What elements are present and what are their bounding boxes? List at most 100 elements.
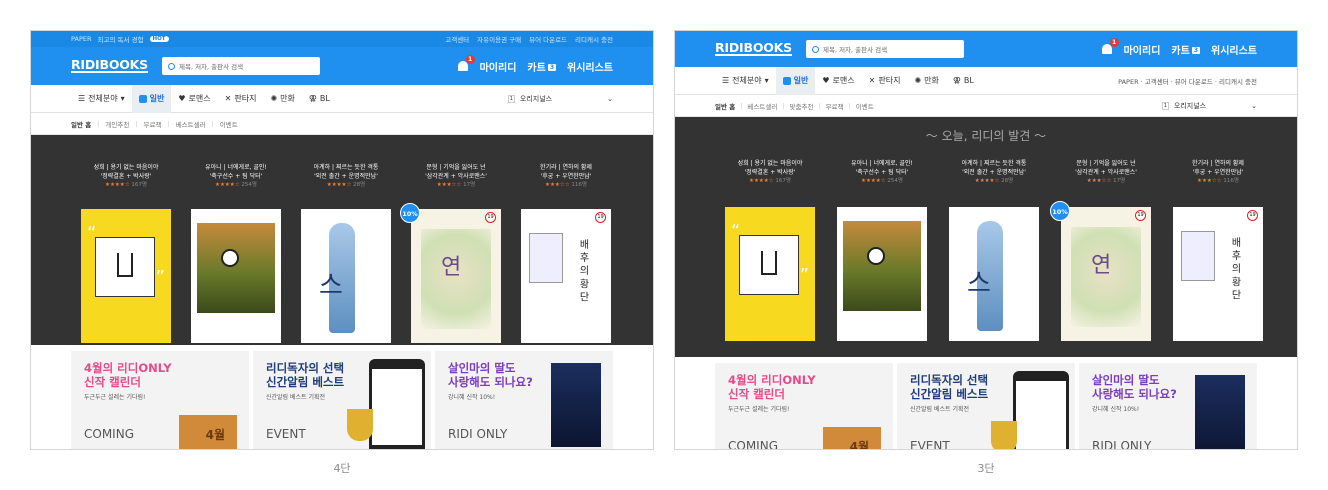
nav-bl[interactable]: ⚢ BL [946, 67, 981, 95]
banner-subtext: 신간알림 베스트 기획전 [266, 394, 326, 401]
nav-all-categories[interactable]: ☰ 전체분야 ▾ [715, 67, 776, 95]
promo-banner[interactable]: 4월의 리디ONLY 신작 캘린더 두근두근 설레는 기다림! 4월 COMING [715, 363, 893, 450]
sub-bestseller[interactable]: 베스트셀러 [176, 119, 206, 129]
wishlist-link[interactable]: 위시리스트 [567, 59, 613, 74]
search-input[interactable]: 제목, 저자, 출판사 검색 [161, 57, 320, 75]
cart-link[interactable]: 카트 3 [1171, 42, 1200, 57]
nav-comics[interactable]: ✺ 만화 [263, 85, 301, 113]
book-keywords: '외전 출간 + 운명적만남' [314, 173, 378, 180]
nav-general[interactable]: 일반 [775, 66, 816, 95]
promo-banner[interactable]: 4월의 리디ONLY 신작 캘린더 두근두근 설레는 기다림! 4월 COMING [71, 351, 249, 449]
sub-recommend[interactable]: 맞춤추천 [790, 101, 814, 111]
pass-link[interactable]: 자유이용권 구매 [477, 34, 521, 44]
nav-fantasy[interactable]: ✕ 판타지 [218, 85, 264, 113]
utility-links[interactable]: PAPER · 고객센터 · 뷰어 다운로드 · 리디캐시 충전 [1118, 76, 1257, 86]
book-author-title: 성희 | 용기 없는 마음이야 [93, 164, 159, 171]
banner-footer-label: COMING [728, 439, 778, 450]
nav-comics[interactable]: ✺ 만화 [907, 67, 945, 95]
customer-center-link[interactable]: 고객센터 [445, 34, 469, 44]
promo-banner[interactable]: 살인마의 딸도 사랑해도 되나요? 강니혜 신작 10%! RIDI ONLY [435, 351, 613, 449]
book-info[interactable]: 한기라 | 연하의 황제 '후궁 + 우연한만남' ★★★☆☆ 116명 [516, 163, 616, 190]
book-keywords: '정략결혼 + 박사랑' [744, 169, 796, 176]
rating-count: 17명 [1113, 178, 1126, 184]
promo-banner[interactable]: 리디독자의 선택 신간알림 베스트 신간알림 베스트 기획전 EVENT [897, 363, 1075, 449]
sub-event[interactable]: 이벤트 [220, 119, 238, 129]
search-icon [167, 62, 175, 70]
promo-banner[interactable]: 살인마의 딸도 사랑해도 되나요? 강니혜 신작 10%! RIDI ONLY [1079, 363, 1257, 449]
sub-recommend[interactable]: 개인추천 [105, 119, 129, 129]
sub-bestseller[interactable]: 베스트셀러 [747, 101, 777, 111]
book-cover[interactable]: “” [81, 209, 171, 343]
originals-select[interactable]: 1 오리지널스 ⌄ [1161, 101, 1257, 111]
banner-row: 4월의 리디ONLY 신작 캘린더 두근두근 설레는 기다림! 4월 COMING 리디독… [675, 357, 1297, 449]
nav-romance[interactable]: ♥ 로맨스 [171, 85, 217, 113]
book-info[interactable]: 아계하 | 찌르는 듯한 격통 '외전 출간 + 운명적만남' ★★★★☆ 28명 [296, 163, 396, 190]
book-author-title: 유아니 | 너에게로, 골인! [205, 164, 267, 171]
rating-count: 28명 [1001, 178, 1014, 184]
book-cover[interactable]: 배 후 의 황 단 [1173, 207, 1263, 341]
chevron-down-icon: ⌄ [607, 94, 613, 103]
search-input[interactable]: 제목, 저자, 출판사 검색 [805, 40, 964, 58]
originals-select[interactable]: 1 오리지널스 ⌄ [507, 94, 613, 104]
nav-all-categories[interactable]: ☰ 전체분야 ▾ [71, 85, 132, 113]
sub-event[interactable]: 이벤트 [856, 101, 874, 111]
book-cover[interactable] [837, 207, 927, 341]
nav-general[interactable]: 일반 [131, 84, 172, 113]
search-placeholder: 제목, 저자, 출판사 검색 [178, 63, 244, 71]
wishlist-link[interactable]: 위시리스트 [1211, 42, 1257, 57]
book-info[interactable]: 성희 | 용기 없는 마음이야 '정략결혼 + 박사랑' ★★★★☆ 167명 [76, 163, 176, 190]
book-info[interactable]: 한기라 | 연하의 황제 '후궁 + 우연한만남' ★★★☆☆ 116명 [1168, 159, 1268, 186]
promo-banner[interactable]: 리디독자의 선택 신간알림 베스트 신간알림 베스트 기획전 EVENT [253, 351, 431, 449]
banner-subtext: 강니혜 신작 10%! [1092, 406, 1140, 413]
banner-headline-2: 사랑해도 되나요? [448, 375, 533, 389]
sub-home[interactable]: 일반 홈 [71, 119, 91, 129]
genre-nav: ☰ 전체분야 ▾ 일반 ♥ 로맨스 ✕ 판타지 ✺ 만화 ⚢ BL PAPER · 고객센터… [675, 66, 1297, 95]
sub-free[interactable]: 무료책 [826, 101, 844, 111]
sub-home[interactable]: 일반 홈 [715, 101, 735, 111]
book-cover[interactable]: 스 [301, 209, 391, 343]
cart-link[interactable]: 카트 3 [527, 59, 556, 74]
book-info[interactable]: 성희 | 용기 없는 마음이야 '정략결혼 + 박사랑' ★★★★☆ 167명 [720, 159, 820, 186]
book-cover[interactable]: 배 후 의 황 단 [521, 209, 611, 343]
viewer-download-link[interactable]: 뷰어 다운로드 [529, 34, 567, 44]
ridibooks-logo[interactable]: RIDIBOOKS [715, 41, 792, 56]
book-info[interactable]: 아계하 | 찌르는 듯한 격통 '외전 출간 + 운명적만남' ★★★★☆ 28명 [944, 159, 1044, 186]
book-cover[interactable]: 연 [411, 209, 501, 343]
search-placeholder: 제목, 저자, 출판사 검색 [822, 46, 888, 54]
rating-count: 116명 [571, 182, 587, 188]
cash-charge-link[interactable]: 리디캐시 충전 [575, 34, 613, 44]
notification-bell-icon[interactable]: 1 [1101, 38, 1119, 55]
my-ridi-link[interactable]: 마이리디 [480, 59, 517, 74]
banner-subtext: 두근두근 설레는 기다림! [84, 394, 146, 401]
rating-count: 167명 [775, 178, 791, 184]
star-rating: ★★★☆☆ 17명 [1086, 178, 1126, 184]
nav-romance[interactable]: ♥ 로맨스 [815, 67, 861, 95]
rating-count: 28명 [353, 182, 366, 188]
age-19-badge: 19 [595, 212, 606, 223]
book-keywords: '삼각관계 + 악사로맨스' [425, 173, 487, 180]
book-cover[interactable] [191, 209, 281, 343]
nav-bl[interactable]: ⚢ BL [302, 85, 337, 113]
nav-fantasy[interactable]: ✕ 판타지 [862, 67, 908, 95]
caret-down-icon: ▾ [764, 76, 769, 85]
book-keywords: '후궁 + 우연한만남' [540, 173, 592, 180]
book-info[interactable]: 문형 | 기억을 잃어도 넌 '삼각관계 + 악사로맨스' ★★★☆☆ 17명 [1056, 159, 1156, 186]
sub-free[interactable]: 무료책 [144, 119, 162, 129]
banner-headline-1: 살인마의 딸도 [448, 361, 516, 375]
promo-text[interactable]: 최고의 독서 경험 [98, 34, 144, 44]
book-info[interactable]: 유아니 | 너에게로, 골인! '축구선수 + 팀 닥터' ★★★★☆ 254명 [832, 159, 932, 186]
ridibooks-logo[interactable]: RIDIBOOKS [71, 58, 148, 73]
star-rating: ★★★★☆ 254명 [215, 182, 257, 188]
book-cover[interactable]: 스 [949, 207, 1039, 341]
book-icon [782, 76, 791, 85]
banner-headline-1: 살인마의 딸도 [1092, 373, 1160, 387]
book-info[interactable]: 유아니 | 너에게로, 골인! '축구선수 + 팀 닥터' ★★★★☆ 254명 [186, 163, 286, 190]
notification-bell-icon[interactable]: 1 [457, 55, 475, 72]
caption-4col: 4단 [333, 462, 351, 475]
my-ridi-link[interactable]: 마이리디 [1124, 42, 1161, 57]
book-cover[interactable]: “” [725, 207, 815, 341]
book-cover[interactable]: 연 [1061, 207, 1151, 341]
paper-link[interactable]: PAPER [71, 35, 92, 43]
book-info[interactable]: 문형 | 기억을 잃어도 넌 '삼각관계 + 악사로맨스' ★★★☆☆ 17명 [406, 163, 506, 190]
cart-count: 3 [547, 63, 556, 71]
